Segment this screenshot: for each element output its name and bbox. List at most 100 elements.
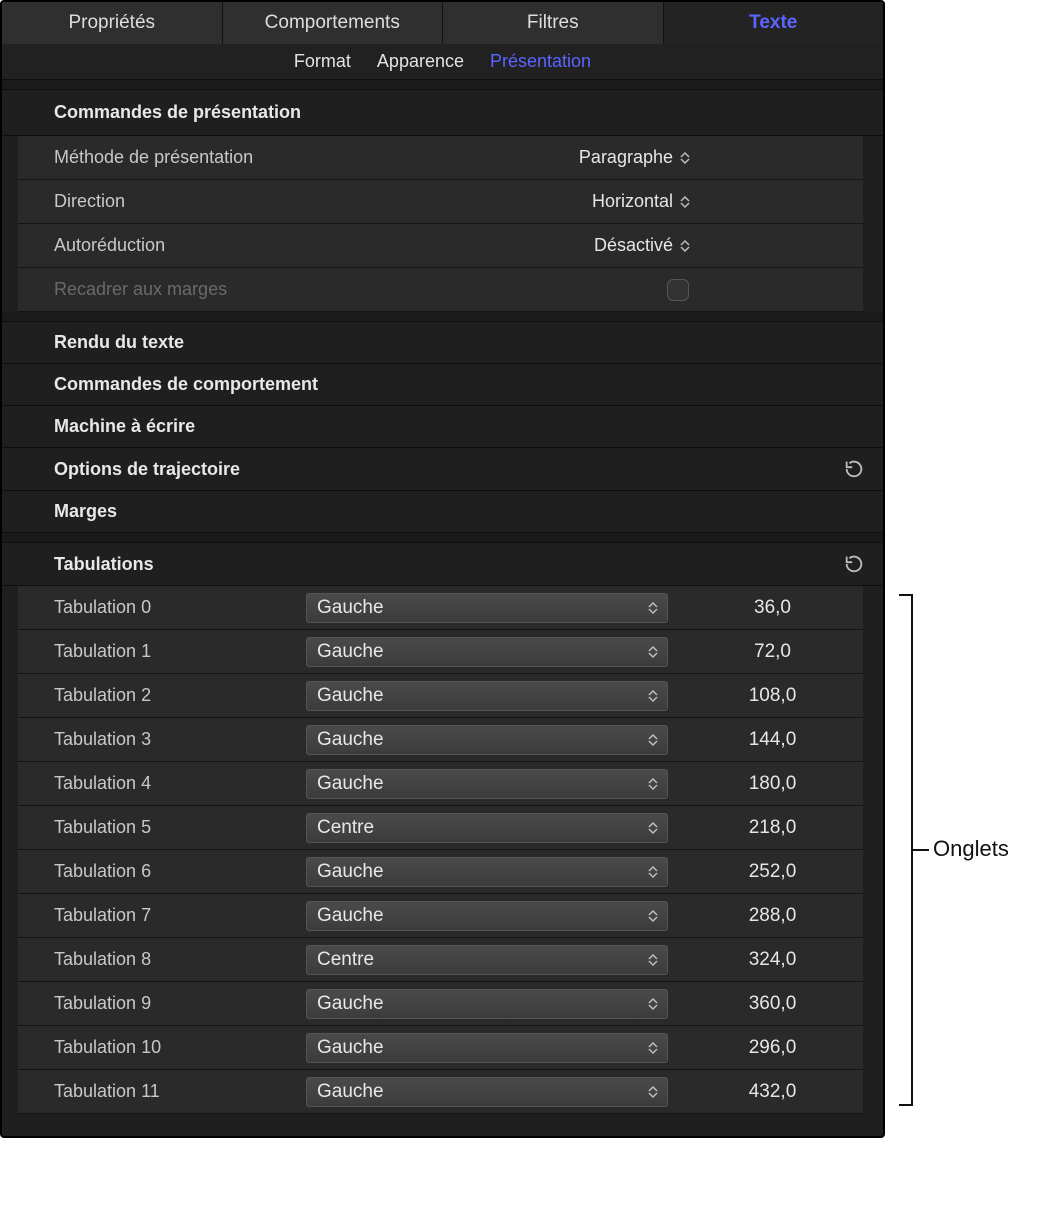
- select-value: Gauche: [317, 685, 384, 707]
- inspector-panel: Propriétés Comportements Filtres Texte F…: [0, 0, 885, 1138]
- updown-icon[interactable]: [679, 240, 691, 252]
- tab-stop-align-select[interactable]: Gauche: [306, 681, 668, 711]
- section-title: Options de trajectoire: [54, 459, 240, 480]
- updown-icon: [647, 1042, 659, 1054]
- tab-stop-label: Tabulation 10: [54, 1037, 306, 1058]
- subtab-format[interactable]: Format: [294, 51, 351, 72]
- section-title: Commandes de présentation: [54, 102, 301, 123]
- updown-icon: [647, 866, 659, 878]
- select-value: Centre: [317, 949, 374, 971]
- tab-stop-value[interactable]: 218,0: [668, 817, 857, 839]
- section-layout-controls[interactable]: Commandes de présentation: [2, 90, 883, 136]
- tab-stop-align-select[interactable]: Gauche: [306, 637, 668, 667]
- tab-stop-align-select[interactable]: Gauche: [306, 1033, 668, 1063]
- tab-stop-align-select[interactable]: Gauche: [306, 1077, 668, 1107]
- tab-stop-value[interactable]: 360,0: [668, 993, 857, 1015]
- tab-stop-label: Tabulation 11: [54, 1081, 306, 1102]
- tabulations-list: Tabulation 0 Gauche 36,0 Tabulation 1 Gauche…: [2, 586, 883, 1114]
- param-label: Direction: [54, 191, 306, 212]
- tab-text[interactable]: Texte: [664, 2, 884, 44]
- reset-icon[interactable]: [843, 553, 865, 575]
- tab-stop-value[interactable]: 144,0: [668, 729, 857, 751]
- reset-icon[interactable]: [843, 458, 865, 480]
- layout-controls-rows: Méthode de présentation Paragraphe Direc…: [2, 136, 883, 312]
- tab-stop-row: Tabulation 2Gauche108,0: [18, 674, 863, 718]
- tab-stop-value[interactable]: 36,0: [668, 597, 857, 619]
- section-title: Machine à écrire: [54, 416, 195, 437]
- tab-properties[interactable]: Propriétés: [2, 2, 223, 44]
- tab-stop-align-select[interactable]: Gauche: [306, 725, 668, 755]
- param-direction: Direction Horizontal: [18, 180, 863, 224]
- tab-stop-value[interactable]: 72,0: [668, 641, 857, 663]
- tab-stop-row: Tabulation 1 Gauche 72,0: [18, 630, 863, 674]
- tab-stop-label: Tabulation 6: [54, 861, 306, 882]
- tab-stop-label: Tabulation 8: [54, 949, 306, 970]
- section-margins[interactable]: Marges: [2, 491, 883, 533]
- param-layout-method: Méthode de présentation Paragraphe: [18, 136, 863, 180]
- select-value: Gauche: [317, 729, 384, 751]
- layout-method-popup[interactable]: Paragraphe: [579, 147, 673, 168]
- select-value: Gauche: [317, 1081, 384, 1103]
- section-title: Rendu du texte: [54, 332, 184, 353]
- tab-stop-row: Tabulation 3Gauche144,0: [18, 718, 863, 762]
- tab-stop-label: Tabulation 4: [54, 773, 306, 794]
- updown-icon: [647, 1086, 659, 1098]
- section-behavior-controls[interactable]: Commandes de comportement: [2, 364, 883, 406]
- tab-behaviors[interactable]: Comportements: [223, 2, 444, 44]
- tab-stop-value[interactable]: 180,0: [668, 773, 857, 795]
- auto-shrink-popup[interactable]: Désactivé: [594, 235, 673, 256]
- updown-icon: [647, 778, 659, 790]
- updown-icon[interactable]: [679, 196, 691, 208]
- select-value: Gauche: [317, 861, 384, 883]
- annotation-label: Onglets: [933, 836, 1009, 862]
- tab-stop-value[interactable]: 324,0: [668, 949, 857, 971]
- updown-icon: [647, 910, 659, 922]
- tab-filters[interactable]: Filtres: [443, 2, 664, 44]
- select-value: Gauche: [317, 641, 384, 663]
- subtab-layout[interactable]: Présentation: [490, 51, 591, 72]
- tab-stop-value[interactable]: 108,0: [668, 685, 857, 707]
- tab-stop-value[interactable]: 432,0: [668, 1081, 857, 1103]
- section-tabulations[interactable]: Tabulations: [2, 543, 883, 586]
- section-typewriter[interactable]: Machine à écrire: [2, 406, 883, 448]
- param-crop-margins: Recadrer aux marges: [18, 268, 863, 312]
- updown-icon: [647, 954, 659, 966]
- tab-stop-row: Tabulation 4Gauche180,0: [18, 762, 863, 806]
- tab-stop-value[interactable]: 252,0: [668, 861, 857, 883]
- updown-icon: [647, 602, 659, 614]
- section-path-options[interactable]: Options de trajectoire: [2, 448, 883, 491]
- crop-margins-checkbox: [667, 279, 689, 301]
- tab-stop-value[interactable]: 288,0: [668, 905, 857, 927]
- tab-stop-row: Tabulation 10Gauche296,0: [18, 1026, 863, 1070]
- tab-stop-value[interactable]: 296,0: [668, 1037, 857, 1059]
- tab-stop-row: Tabulation 8 Centre 324,0: [18, 938, 863, 982]
- tab-stop-row: Tabulation 11 Gauche 432,0: [18, 1070, 863, 1114]
- subtab-appearance[interactable]: Apparence: [377, 51, 464, 72]
- tab-stop-align-select[interactable]: Gauche: [306, 989, 668, 1019]
- tab-stop-align-select[interactable]: Centre: [306, 813, 668, 843]
- direction-popup[interactable]: Horizontal: [592, 191, 673, 212]
- updown-icon[interactable]: [679, 152, 691, 164]
- updown-icon: [647, 646, 659, 658]
- tab-stop-align-select[interactable]: Centre: [306, 945, 668, 975]
- tab-stop-align-select[interactable]: Gauche: [306, 769, 668, 799]
- tab-stop-row: Tabulation 0 Gauche 36,0: [18, 586, 863, 630]
- section-title: Tabulations: [54, 554, 154, 575]
- updown-icon: [647, 998, 659, 1010]
- select-value: Gauche: [317, 905, 384, 927]
- section-text-rendering[interactable]: Rendu du texte: [2, 322, 883, 364]
- updown-icon: [647, 822, 659, 834]
- tab-stop-label: Tabulation 0: [54, 597, 306, 618]
- select-value: Gauche: [317, 597, 384, 619]
- tab-stop-label: Tabulation 7: [54, 905, 306, 926]
- tab-stop-align-select[interactable]: Gauche: [306, 593, 668, 623]
- param-label: Méthode de présentation: [54, 147, 306, 168]
- tab-stop-label: Tabulation 1: [54, 641, 306, 662]
- tab-stop-label: Tabulation 9: [54, 993, 306, 1014]
- tab-stop-align-select[interactable]: Gauche: [306, 901, 668, 931]
- tab-stop-align-select[interactable]: Gauche: [306, 857, 668, 887]
- tab-stop-row: Tabulation 9Gauche360,0: [18, 982, 863, 1026]
- tab-stop-label: Tabulation 5: [54, 817, 306, 838]
- updown-icon: [647, 734, 659, 746]
- annotation-bracket: Onglets: [885, 0, 1055, 1138]
